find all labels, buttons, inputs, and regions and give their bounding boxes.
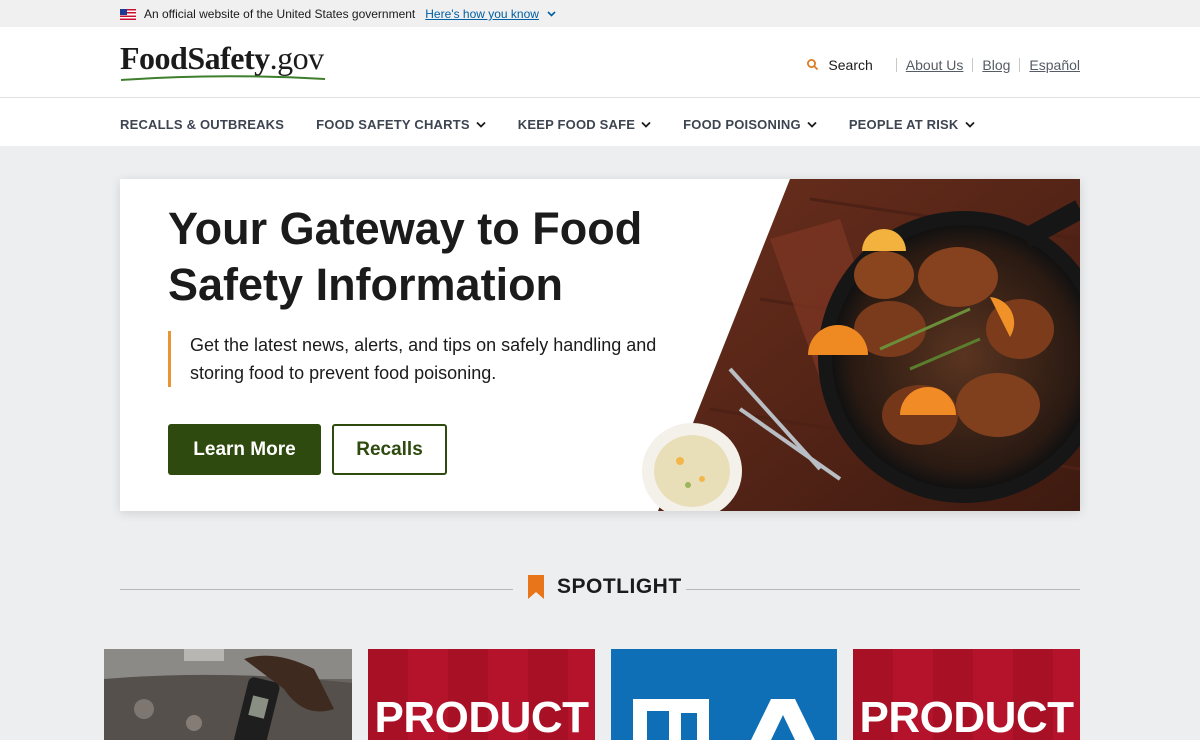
- gov-banner-content: An official website of the United States…: [120, 7, 556, 21]
- logo-bold-text: FoodSafety: [120, 40, 270, 76]
- logo-swoosh-icon: [120, 75, 326, 81]
- logo-wordmark: FoodSafety.gov: [120, 40, 324, 76]
- spotlight-card-thermometer[interactable]: [104, 649, 352, 740]
- espanol-link[interactable]: Español: [1029, 57, 1080, 73]
- nav-items: RECALLS & OUTBREAKS FOOD SAFETY CHARTS K…: [120, 117, 1007, 132]
- chevron-down-icon: [476, 121, 486, 128]
- hero-title: Your Gateway to Food Safety Information: [168, 203, 643, 310]
- header-links: Search About Us Blog Español: [806, 57, 1080, 73]
- spotlight-section-header: SPOTLIGHT: [120, 574, 1080, 604]
- bookmark-icon: [528, 575, 544, 599]
- blog-link[interactable]: Blog: [982, 57, 1010, 73]
- divider: [972, 58, 974, 72]
- spotlight-card-product-recall[interactable]: PRODUCT: [368, 649, 595, 740]
- site-logo[interactable]: FoodSafety.gov: [120, 40, 326, 81]
- chevron-down-icon: [807, 121, 817, 128]
- chevron-down-icon: [641, 121, 651, 128]
- thermometer-photo: [104, 649, 352, 740]
- divider: [1019, 58, 1021, 72]
- divider: [895, 58, 897, 72]
- spotlight-card-fda[interactable]: [611, 649, 837, 740]
- logo-light-text: .gov: [269, 40, 325, 76]
- nav-item-food-safety-charts[interactable]: FOOD SAFETY CHARTS: [316, 117, 486, 132]
- nav-item-label: KEEP FOOD SAFE: [517, 117, 636, 132]
- spotlight-heading: SPOTLIGHT: [557, 575, 682, 598]
- us-flag-icon: [120, 8, 136, 20]
- heres-how-you-know-link[interactable]: Here's how you know: [425, 7, 539, 21]
- chevron-down-icon: [964, 121, 975, 128]
- card-title: PRODUCT: [374, 693, 589, 740]
- nav-item-label: RECALLS & OUTBREAKS: [120, 117, 285, 132]
- fda-logo: [611, 649, 837, 740]
- nav-item-keep-food-safe[interactable]: KEEP FOOD SAFE: [518, 117, 651, 132]
- nav-item-label: FOOD POISONING: [683, 117, 801, 132]
- spotlight-card-product-recall[interactable]: PRODUCT: [853, 649, 1080, 740]
- about-us-link[interactable]: About Us: [906, 57, 964, 73]
- nav-item-label: FOOD SAFETY CHARTS: [316, 117, 470, 132]
- hero-description: Get the latest news, alerts, and tips on…: [168, 331, 668, 387]
- search-button[interactable]: Search: [806, 57, 873, 73]
- site-header: FoodSafety.gov Search About Us Blog Espa…: [0, 27, 1200, 98]
- recalls-button[interactable]: Recalls: [332, 424, 447, 475]
- nav-item-recalls-outbreaks[interactable]: RECALLS & OUTBREAKS: [120, 117, 284, 132]
- divider: [120, 589, 513, 590]
- nav-item-people-at-risk[interactable]: PEOPLE AT RISK: [849, 117, 975, 132]
- learn-more-button[interactable]: Learn More: [168, 424, 321, 475]
- search-label: Search: [828, 57, 873, 73]
- nav-item-label: PEOPLE AT RISK: [848, 117, 959, 132]
- spotlight-label: SPOTLIGHT: [527, 575, 682, 599]
- card-title: PRODUCT: [859, 693, 1074, 740]
- chevron-down-icon[interactable]: [547, 11, 556, 17]
- nav-item-food-poisoning[interactable]: FOOD POISONING: [683, 117, 817, 132]
- main-nav: RECALLS & OUTBREAKS FOOD SAFETY CHARTS K…: [0, 98, 1200, 146]
- gov-banner-text: An official website of the United States…: [144, 7, 416, 21]
- hero-banner: Your Gateway to Food Safety Information …: [120, 179, 1080, 511]
- search-icon: [807, 59, 819, 71]
- gov-banner: An official website of the United States…: [0, 0, 1200, 27]
- divider: [686, 589, 1080, 590]
